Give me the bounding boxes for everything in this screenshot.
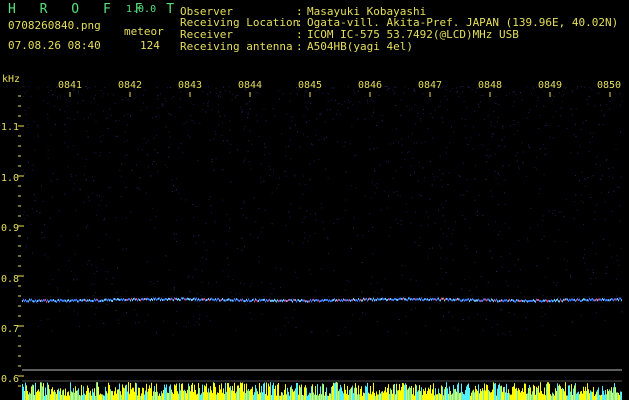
y-tick-1-1: 1.1 xyxy=(1,122,20,133)
x-tick-0845: 0845 xyxy=(297,80,323,91)
x-tick-0847: 0847 xyxy=(417,80,443,91)
y-tick-0-9: 0.9 xyxy=(1,223,20,234)
x-tick-0849: 0849 xyxy=(537,80,563,91)
y-tick-marks xyxy=(18,95,24,387)
spectrogram-plot xyxy=(18,86,623,400)
x-tick-0841: 0841 xyxy=(57,80,83,91)
y-tick-0-6: 0.6 xyxy=(1,374,20,385)
y-tick-0-8: 0.8 xyxy=(1,274,20,285)
x-tick-0850: 0850 xyxy=(596,80,622,91)
signal-trace xyxy=(22,297,622,303)
y-tick-1-0: 1.0 xyxy=(1,173,20,184)
x-tick-marks xyxy=(69,92,611,97)
x-tick-0842: 0842 xyxy=(117,80,143,91)
x-tick-0844: 0844 xyxy=(237,80,263,91)
x-tick-0848: 0848 xyxy=(477,80,503,91)
x-tick-0843: 0843 xyxy=(177,80,203,91)
khz-unit-label: kHz xyxy=(2,74,21,85)
y-tick-0-7: 0.7 xyxy=(1,324,20,335)
x-tick-0846: 0846 xyxy=(357,80,383,91)
noise-field xyxy=(22,86,623,336)
amplitude-bars xyxy=(22,382,622,400)
